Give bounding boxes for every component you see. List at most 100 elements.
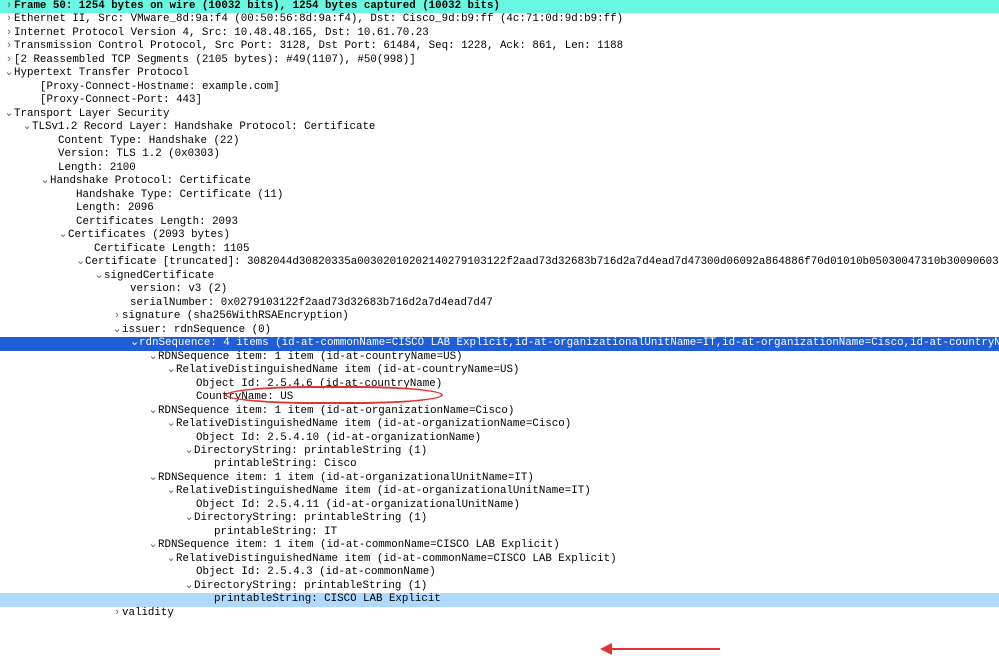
chevron-right-icon[interactable]: ›	[4, 40, 14, 53]
signed-cert-header: signedCertificate	[104, 270, 214, 283]
handshake-row[interactable]: ⌄ Handshake Protocol: Certificate	[0, 175, 999, 188]
ethernet-row[interactable]: › Ethernet II, Src: VMware_8d:9a:f4 (00:…	[0, 13, 999, 26]
certs-length: Certificates Length: 2093	[76, 216, 238, 229]
chevron-down-icon[interactable]: ⌄	[94, 270, 104, 283]
certs-length-row[interactable]: Certificates Length: 2093	[0, 216, 999, 229]
handshake-length: Length: 2096	[76, 202, 154, 215]
rdn-item-country-seq[interactable]: ⌄ RDNSequence item: 1 item (id-at-countr…	[0, 351, 999, 364]
handshake-length-row[interactable]: Length: 2096	[0, 202, 999, 215]
cert-serial: serialNumber: 0x0279103122f2aad73d32683b…	[130, 297, 493, 310]
rdn-item-cn-oid[interactable]: Object Id: 2.5.4.3 (id-at-commonName)	[0, 566, 999, 579]
chevron-right-icon[interactable]: ›	[4, 27, 14, 40]
chevron-right-icon[interactable]: ›	[4, 13, 14, 26]
rdn-oid: Object Id: 2.5.4.11 (id-at-organizationa…	[196, 499, 520, 512]
rdn-item-cn-seq[interactable]: ⌄ RDNSequence item: 1 item (id-at-common…	[0, 539, 999, 552]
tls-version-row[interactable]: Version: TLS 1.2 (0x0303)	[0, 148, 999, 161]
tls-version: Version: TLS 1.2 (0x0303)	[58, 148, 220, 161]
tls-record: TLSv1.2 Record Layer: Handshake Protocol…	[32, 121, 375, 134]
chevron-down-icon[interactable]: ⌄	[184, 445, 194, 458]
rdn-val: printableString: IT	[214, 526, 337, 539]
rdn-item-ou-ds[interactable]: ⌄ DirectoryString: printableString (1)	[0, 512, 999, 525]
content-type-row[interactable]: Content Type: Handshake (22)	[0, 135, 999, 148]
tcp-row[interactable]: › Transmission Control Protocol, Src Por…	[0, 40, 999, 53]
validity-row[interactable]: › validity	[0, 607, 999, 620]
rdn-item-org-rel[interactable]: ⌄ RelativeDistinguishedName item (id-at-…	[0, 418, 999, 431]
chevron-down-icon[interactable]: ⌄	[112, 324, 122, 337]
tls-record-row[interactable]: ⌄ TLSv1.2 Record Layer: Handshake Protoc…	[0, 121, 999, 134]
chevron-down-icon[interactable]: ⌄	[76, 256, 85, 269]
chevron-down-icon[interactable]: ⌄	[166, 364, 176, 377]
cert-sig-row[interactable]: › signature (sha256WithRSAEncryption)	[0, 310, 999, 323]
chevron-right-icon[interactable]: ›	[112, 310, 122, 323]
rdn-item-org-ds[interactable]: ⌄ DirectoryString: printableString (1)	[0, 445, 999, 458]
content-type: Content Type: Handshake (22)	[58, 135, 239, 148]
rdn-item-org-seq[interactable]: ⌄ RDNSequence item: 1 item (id-at-organi…	[0, 405, 999, 418]
ip-row[interactable]: › Internet Protocol Version 4, Src: 10.4…	[0, 27, 999, 40]
chevron-down-icon[interactable]: ⌄	[40, 175, 50, 188]
cert-truncated: Certificate [truncated]: 3082044d3082033…	[85, 256, 999, 269]
rdnsequence-header-row[interactable]: ⌄ rdnSequence: 4 items (id-at-commonName…	[0, 337, 999, 350]
packet-details-tree[interactable]: › Frame 50: 1254 bytes on wire (10032 bi…	[0, 0, 999, 620]
chevron-down-icon[interactable]: ⌄	[4, 67, 14, 80]
chevron-down-icon[interactable]: ⌄	[4, 108, 14, 121]
chevron-down-icon[interactable]: ⌄	[166, 485, 176, 498]
tls-row[interactable]: ⌄ Transport Layer Security	[0, 108, 999, 121]
http-header: Hypertext Transfer Protocol	[14, 67, 189, 80]
chevron-down-icon[interactable]: ⌄	[148, 539, 158, 552]
http-row[interactable]: ⌄ Hypertext Transfer Protocol	[0, 67, 999, 80]
chevron-down-icon[interactable]: ⌄	[184, 580, 194, 593]
chevron-right-icon[interactable]: ›	[112, 607, 122, 620]
rdn-val: printableString: Cisco	[214, 458, 357, 471]
tcp-text: Transmission Control Protocol, Src Port:…	[14, 40, 623, 53]
rdn-item-cn-ds[interactable]: ⌄ DirectoryString: printableString (1)	[0, 580, 999, 593]
chevron-down-icon[interactable]: ⌄	[148, 472, 158, 485]
certificates-header: Certificates (2093 bytes)	[68, 229, 230, 242]
rdn-item-country-val[interactable]: CountryName: US	[0, 391, 999, 404]
validity-text: validity	[122, 607, 174, 620]
certificates-row[interactable]: ⌄ Certificates (2093 bytes)	[0, 229, 999, 242]
chevron-down-icon[interactable]: ⌄	[130, 337, 139, 350]
rdn-item-country-rel[interactable]: ⌄ RelativeDistinguishedName item (id-at-…	[0, 364, 999, 377]
handshake-type: Handshake Type: Certificate (11)	[76, 189, 283, 202]
rdn-oid: Object Id: 2.5.4.6 (id-at-countryName)	[196, 378, 442, 391]
proxy-hostname-row[interactable]: [Proxy-Connect-Hostname: example.com]	[0, 81, 999, 94]
chevron-down-icon[interactable]: ⌄	[184, 512, 194, 525]
rdn-item-org-oid[interactable]: Object Id: 2.5.4.10 (id-at-organizationN…	[0, 432, 999, 445]
chevron-down-icon[interactable]: ⌄	[166, 418, 176, 431]
rdn-seq: RDNSequence item: 1 item (id-at-commonNa…	[158, 539, 560, 552]
chevron-down-icon[interactable]: ⌄	[22, 121, 32, 134]
chevron-down-icon[interactable]: ⌄	[148, 405, 158, 418]
rdn-item-org-val[interactable]: printableString: Cisco	[0, 458, 999, 471]
cert-length-row[interactable]: Certificate Length: 1105	[0, 243, 999, 256]
chevron-right-icon[interactable]: ›	[4, 54, 14, 67]
rdn-item-ou-rel[interactable]: ⌄ RelativeDistinguishedName item (id-at-…	[0, 485, 999, 498]
frame-header-row[interactable]: › Frame 50: 1254 bytes on wire (10032 bi…	[0, 0, 999, 13]
rdn-oid: Object Id: 2.5.4.3 (id-at-commonName)	[196, 566, 436, 579]
rdn-ds: DirectoryString: printableString (1)	[194, 580, 427, 593]
rdn-rel: RelativeDistinguishedName item (id-at-co…	[176, 364, 519, 377]
reassembled-row[interactable]: › [2 Reassembled TCP Segments (2105 byte…	[0, 54, 999, 67]
signed-cert-row[interactable]: ⌄ signedCertificate	[0, 270, 999, 283]
rdn-item-ou-val[interactable]: printableString: IT	[0, 526, 999, 539]
reassembled-text: [2 Reassembled TCP Segments (2105 bytes)…	[14, 54, 416, 67]
chevron-right-icon[interactable]: ›	[4, 0, 14, 13]
handshake-type-row[interactable]: Handshake Type: Certificate (11)	[0, 189, 999, 202]
tls-length-row[interactable]: Length: 2100	[0, 162, 999, 175]
rdn-ds: DirectoryString: printableString (1)	[194, 512, 427, 525]
issuer-row[interactable]: ⌄ issuer: rdnSequence (0)	[0, 324, 999, 337]
cert-length: Certificate Length: 1105	[94, 243, 250, 256]
chevron-down-icon[interactable]: ⌄	[58, 229, 68, 242]
chevron-down-icon[interactable]: ⌄	[148, 351, 158, 364]
rdn-item-ou-seq[interactable]: ⌄ RDNSequence item: 1 item (id-at-organi…	[0, 472, 999, 485]
rdn-item-country-oid[interactable]: Object Id: 2.5.4.6 (id-at-countryName)	[0, 378, 999, 391]
frame-header: Frame 50: 1254 bytes on wire (10032 bits…	[14, 0, 500, 13]
issuer-text: issuer: rdnSequence (0)	[122, 324, 271, 337]
cert-truncated-row[interactable]: ⌄ Certificate [truncated]: 3082044d30820…	[0, 256, 999, 269]
rdn-item-cn-val[interactable]: printableString: CISCO LAB Explicit	[0, 593, 999, 606]
cert-serial-row[interactable]: serialNumber: 0x0279103122f2aad73d32683b…	[0, 297, 999, 310]
proxy-port-row[interactable]: [Proxy-Connect-Port: 443]	[0, 94, 999, 107]
rdn-item-ou-oid[interactable]: Object Id: 2.5.4.11 (id-at-organizationa…	[0, 499, 999, 512]
cert-version-row[interactable]: version: v3 (2)	[0, 283, 999, 296]
cert-sig: signature (sha256WithRSAEncryption)	[122, 310, 349, 323]
rdn-val: CountryName: US	[196, 391, 293, 404]
